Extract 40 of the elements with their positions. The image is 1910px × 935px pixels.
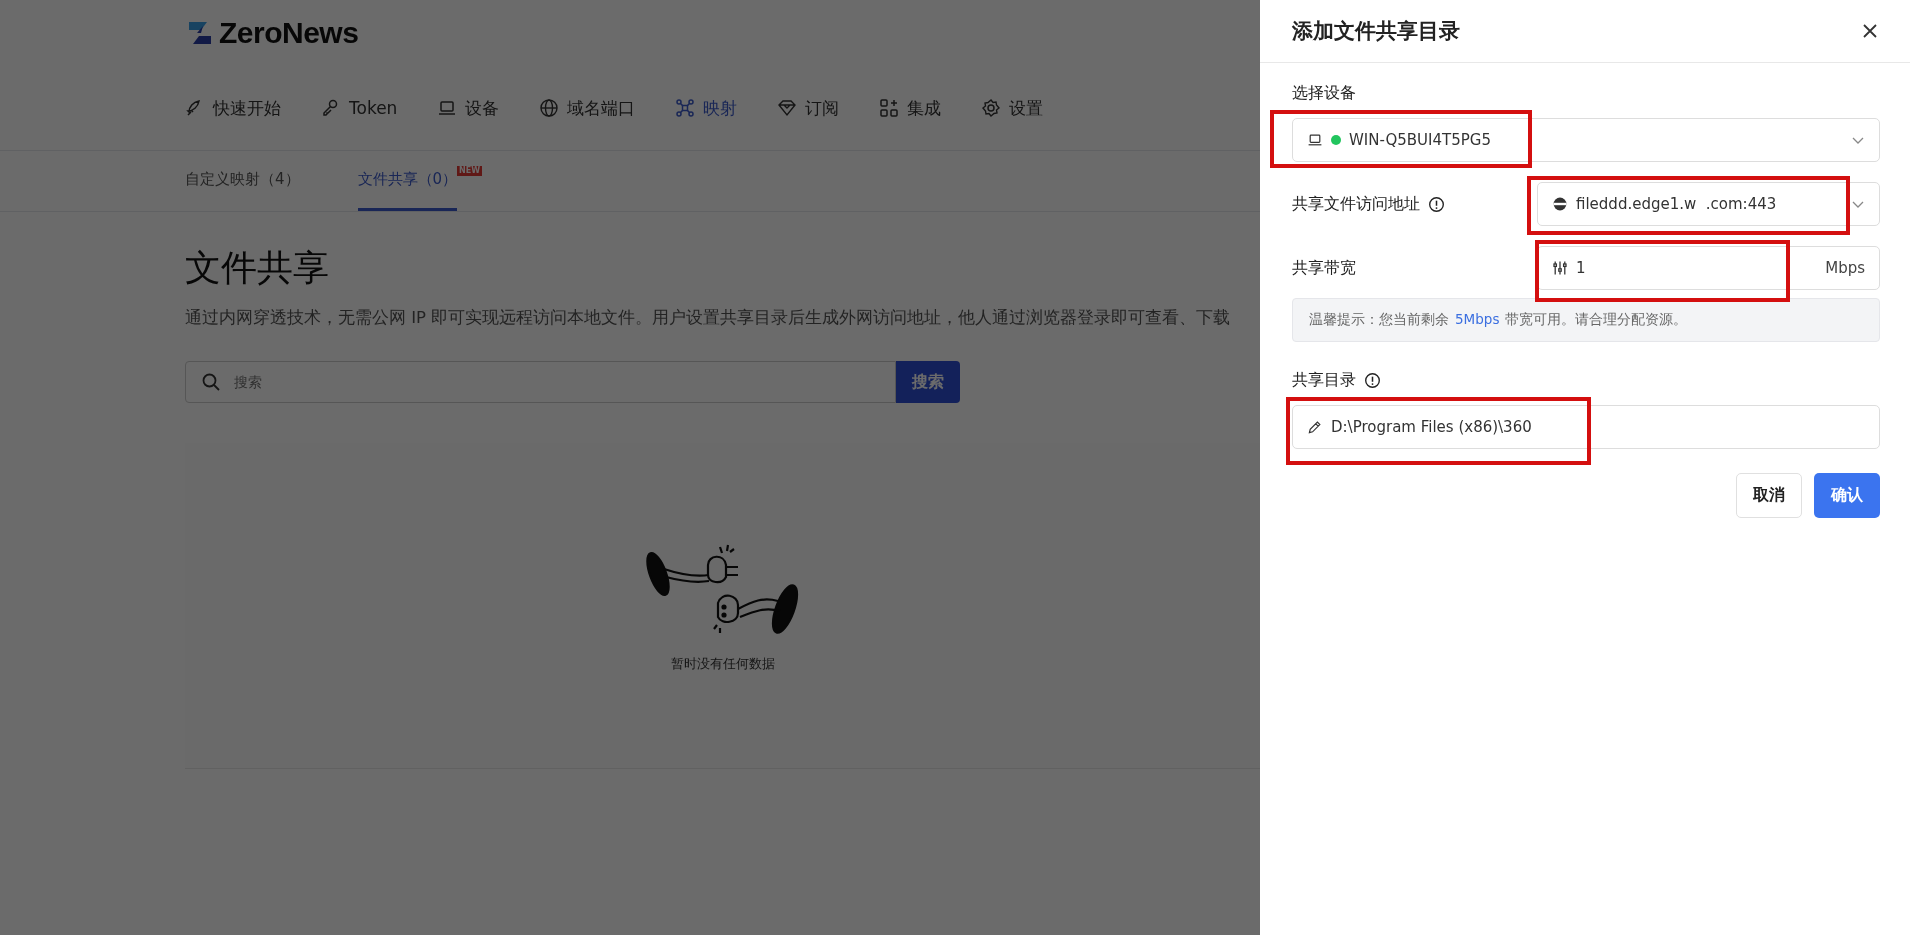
select-field[interactable]: fileddd.edge1.w .com:443 — [1537, 182, 1880, 226]
field-label: 共享文件访问地址 — [1292, 193, 1420, 215]
nav-item[interactable]: 设置 — [981, 96, 1044, 120]
nav-item[interactable]: 快速开始 — [185, 96, 281, 120]
nodes-icon — [675, 98, 696, 118]
select-field[interactable]: WIN-Q5BUI4T5PG5 — [1292, 118, 1880, 162]
settings-icon — [981, 98, 1002, 118]
info-icon — [1428, 195, 1445, 213]
pencil-icon — [1307, 419, 1323, 435]
nav-item[interactable]: 集成 — [879, 96, 942, 120]
diamond-icon — [777, 98, 798, 118]
drawer-title: 添加文件共享目录 — [1292, 18, 1460, 45]
laptop-icon — [1307, 132, 1323, 148]
page-description: 通过内网穿透技术，无需公网 IP 即可实现远程访问本地文件。用户设置共享目录后生成外网访问地址，他人通过浏览器登录即可查看、下载 — [185, 307, 1231, 329]
tab[interactable]: 自定义映射（4） — [185, 151, 300, 211]
search-field[interactable]: 搜索 — [185, 361, 896, 403]
nav-item[interactable]: 域名端口 — [539, 96, 636, 120]
bandwidth-tip: 温馨提示：您当前剩余 5Mbps 带宽可用。请合理分配资源。 — [1292, 298, 1880, 342]
new-badge: NEW — [457, 166, 483, 176]
empty-message: 暂时没有任何数据 — [670, 654, 775, 673]
apps-icon — [879, 98, 900, 118]
tab[interactable]: 文件共享（0） — [357, 151, 458, 211]
nav-item[interactable]: 订阅 — [777, 96, 840, 120]
field-label: 选择设备 — [1292, 83, 1356, 104]
sliders-icon — [1552, 260, 1568, 276]
info-icon — [1364, 372, 1381, 389]
nav-item[interactable]: 设备 — [437, 96, 500, 120]
nav-item[interactable]: Token — [321, 98, 398, 118]
app-logo: ZeroNews — [219, 16, 359, 50]
unit-label: Mbps — [1825, 259, 1865, 277]
laptop-icon — [437, 98, 458, 118]
confirm-button[interactable]: 确认 — [1814, 473, 1880, 518]
field-label: 共享目录 — [1292, 370, 1356, 391]
cancel-button[interactable]: 取消 — [1736, 473, 1802, 518]
search-button[interactable]: 搜索 — [896, 361, 960, 403]
field-label: 共享带宽 — [1292, 257, 1356, 279]
directory-field[interactable]: D:\Program Files (x86)\360 — [1292, 405, 1880, 449]
page-title: 文件共享 — [185, 246, 329, 290]
nav-item[interactable]: 映射 — [675, 96, 738, 120]
search-icon — [201, 372, 221, 392]
